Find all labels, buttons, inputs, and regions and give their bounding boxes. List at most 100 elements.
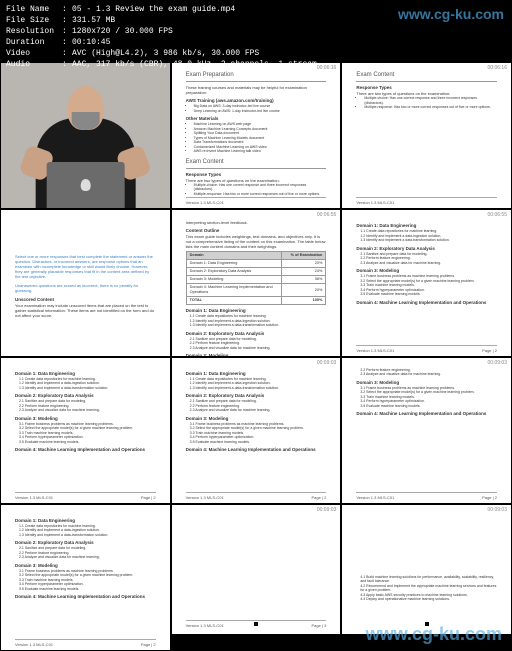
th-pct: % of Examination <box>281 252 326 260</box>
domain3-heading: Domain 3: Modeling <box>186 416 327 421</box>
domain4-heading: Domain 4: Machine Learning Implementatio… <box>356 411 497 416</box>
list-item: 4.1 Build machine learning solutions for… <box>360 575 497 584</box>
meta-filename-label: File Name <box>6 4 62 15</box>
domain3-heading: Domain 3: Modeling <box>356 380 497 385</box>
thumbnail-grid: 00:06:16 Exam Preparation These training… <box>0 62 512 651</box>
meta-resolution-value: 1280x720 / 30.000 FPS <box>72 26 173 37</box>
unscored-text: Your examination may include unscored it… <box>15 303 156 318</box>
timestamp: 00:06:55 <box>317 212 336 218</box>
version-footer: Version 1.3 MLS-C01 <box>356 495 394 500</box>
list-item: 2.3 Analyze and visualize data for machi… <box>190 346 327 351</box>
list-item: Multiple-response: Has two or more corre… <box>364 105 497 110</box>
prep-intro: These training courses and materials may… <box>186 85 327 95</box>
list-item: 3.5 Evaluate machine learning models. <box>19 587 156 592</box>
media-metadata: File Name:05 - 1.3 Review the exam guide… <box>6 4 317 70</box>
list-item: 1.3 Identify and implement a data-transf… <box>19 533 156 538</box>
meta-duration-value: 00:10:45 <box>72 37 110 48</box>
version-footer: Version 1.3 MLS-C01 <box>356 348 394 353</box>
aws-training-list: Big Data on AWS: 3-day instructor-led li… <box>194 104 327 113</box>
list-item: Multiple-choice: Has one correct respons… <box>364 96 497 105</box>
domain1-heading: Domain 1: Data Engineering <box>356 223 497 228</box>
list-item: 3.5 Evaluate machine learning models. <box>360 404 497 409</box>
meta-video-value: AVC (High@L4.2), 3 986 kb/s, 30.000 FPS <box>72 48 259 59</box>
domain3-heading: Domain 3: Modeling <box>15 563 156 568</box>
watermark-bottom: www.cg-ku.com <box>366 624 502 645</box>
list-item: Multiple-choice: Has one correct respons… <box>194 183 327 192</box>
meta-duration-label: Duration <box>6 37 62 48</box>
domain4-heading: Domain 4: Machine Learning Implementatio… <box>356 300 497 305</box>
list-item: Deep Learning on AWS: 1-day instructor-l… <box>194 109 327 114</box>
domain4-heading: Domain 4: Machine Learning Implementatio… <box>15 594 156 599</box>
thumb-exam-content: 00:06:16 Exam Content Response Types The… <box>341 62 512 209</box>
heading-exam-preparation: Exam Preparation <box>186 73 327 78</box>
heading-exam-content: Exam Content <box>356 73 497 78</box>
list-item: Multiple-response: Has two or more corre… <box>194 192 327 197</box>
domain2-heading: Domain 2: Exploratory Data Analysis <box>356 246 497 251</box>
response-types-heading: Response Types <box>186 172 327 177</box>
page-num: Page | 3 <box>312 623 327 628</box>
table-row: TOTAL100% <box>186 297 326 305</box>
response-types-heading: Response Types <box>356 85 497 90</box>
page-num: Page | 2 <box>141 495 156 500</box>
table-row: Domain 4: Machine Learning Implementatio… <box>186 284 326 297</box>
list-item: 2.3 Analyze and visualize data for machi… <box>19 408 156 413</box>
thumb-domain-list: 00:06:55 Domain 1: Data Engineering 1.1 … <box>341 209 512 356</box>
other-materials-heading: Other Materials <box>186 116 327 121</box>
domain1-heading: Domain 1: Data Engineering <box>186 371 327 376</box>
timestamp: 00:09:03 <box>488 507 507 513</box>
domain3-heading: Domain 3: Modeling <box>15 416 156 421</box>
domain1-heading: Domain 1: Data Engineering <box>15 518 156 523</box>
black-bar <box>172 634 341 650</box>
list-item: 1.3 Identify and implement a data-transf… <box>360 238 497 243</box>
list-item: 2.3 Analyze and visualize data for machi… <box>190 408 327 413</box>
timestamp: 00:06:16 <box>488 65 507 71</box>
watermark-top: www.cg-ku.com <box>398 6 504 22</box>
domain4-heading: Domain 4: Machine Learning Implementatio… <box>186 447 327 452</box>
list-item: 1.3 Identify and implement a data-transf… <box>190 386 327 391</box>
list-item: 2.3 Analyze and visualize data for machi… <box>360 261 497 266</box>
list-item: 3.5 Evaluate machine learning models. <box>19 440 156 445</box>
version-footer: Version 1.3 MLS-C01 <box>15 495 53 500</box>
thumb-exam-preparation: 00:06:16 Exam Preparation These training… <box>171 62 342 209</box>
timestamp: 00:09:03 <box>317 507 336 513</box>
timestamp: 00:09:03 <box>317 360 336 366</box>
aws-training-heading: AWS Training (aws.amazon.com/training) <box>186 98 327 103</box>
thumb-content-outline: 00:06:55 Interpreting section-level feed… <box>171 209 342 356</box>
content-outline-heading: Content Outline <box>186 228 327 233</box>
domain2-heading: Domain 2: Exploratory Data Analysis <box>15 540 156 545</box>
domain2-heading: Domain 2: Exploratory Data Analysis <box>186 331 327 336</box>
version-footer: Version 1.3 MLS-C01 <box>186 623 224 628</box>
page-num: Page | 2 <box>312 495 327 500</box>
thumb-presenter <box>0 62 171 209</box>
domain1-heading: Domain 1: Data Engineering <box>186 308 327 313</box>
domain4-heading: Domain 4: Machine Learning Implementatio… <box>15 447 156 452</box>
list-item: 4.2 Recommend and implement the appropri… <box>360 584 497 593</box>
table-row: Domain 1: Data Engineering20% <box>186 260 326 268</box>
outline-intro: Interpreting section-level feedback. <box>186 220 327 225</box>
list-item: 1.3 Identify and implement a data-transf… <box>190 323 327 328</box>
page-num: Page | 2 <box>482 348 497 353</box>
list-item: 3.5 Evaluate machine learning models. <box>190 440 327 445</box>
content-outline-desc: This exam guide includes weightings, tes… <box>186 234 327 249</box>
meta-filesize-label: File Size <box>6 15 62 26</box>
list-item: 4.4 Deploy and operationalize machine le… <box>360 597 497 602</box>
table-row: Domain 3: Modeling36% <box>186 276 326 284</box>
timestamp: 00:09:03 <box>488 360 507 366</box>
meta-video-label: Video <box>6 48 62 59</box>
version-footer: Version 1.3 MLS-C01 <box>15 642 53 647</box>
page-num: Page | 2 <box>482 495 497 500</box>
meta-audio-label: Audio <box>6 59 62 70</box>
thumb-domain-full: Domain 1: Data Engineering 1.1 Create da… <box>0 357 171 504</box>
meta-filename-value: 05 - 1.3 Review the exam guide.mp4 <box>72 4 235 15</box>
domain1-heading: Domain 1: Data Engineering <box>15 371 156 376</box>
meta-filesize-value: 331.57 MB <box>72 15 115 26</box>
timestamp: 00:06:16 <box>317 65 336 71</box>
unscored-heading: Unscored Content <box>15 297 156 302</box>
other-materials-list: Machine Learning on AWS web page Amazon … <box>194 122 327 154</box>
thumb-response-note: Select one or more responses that best c… <box>0 209 171 356</box>
th-domain: Domain <box>186 252 281 260</box>
heading-exam-content: Exam Content <box>186 160 327 165</box>
domain3-heading: Domain 3: Modeling <box>356 268 497 273</box>
list-item: 3.5 Evaluate machine learning models. <box>360 292 497 297</box>
meta-audio-value: AAC, 317 kb/s (CBR), 48.0 kHz, 2 channel… <box>72 59 317 70</box>
